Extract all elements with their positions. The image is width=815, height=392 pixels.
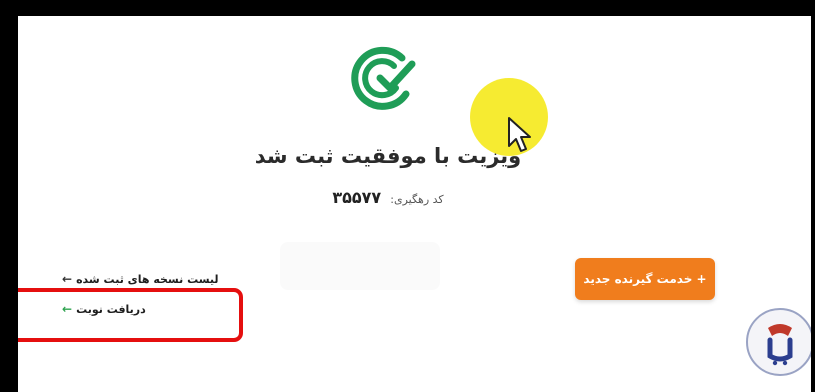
arrow-left-icon: ← (62, 272, 73, 286)
tracking-code-value: ۳۵۵۷۷ (332, 188, 382, 207)
tracking-code-label: کد رهگیری: (390, 193, 444, 206)
new-patient-button[interactable]: + خدمت گیرنده جدید (575, 258, 715, 300)
annotation-highlight-box (18, 288, 243, 342)
channel-logo-icon (746, 308, 811, 376)
new-patient-button-label: + خدمت گیرنده جدید (583, 272, 707, 286)
mouse-pointer-icon (508, 117, 531, 152)
prescriptions-list-label: لیست نسخه های ثبت شده (76, 272, 219, 286)
app-frame: ویزیت با موفقیت ثبت شد کد رهگیری: ۳۵۵۷۷ … (18, 16, 811, 392)
success-check-icon (351, 46, 416, 110)
prescriptions-list-link[interactable]: ← لیست نسخه های ثبت شده (62, 272, 219, 286)
faded-placeholder (280, 242, 440, 290)
tracking-code: کد رهگیری: ۳۵۵۷۷ (268, 188, 508, 207)
